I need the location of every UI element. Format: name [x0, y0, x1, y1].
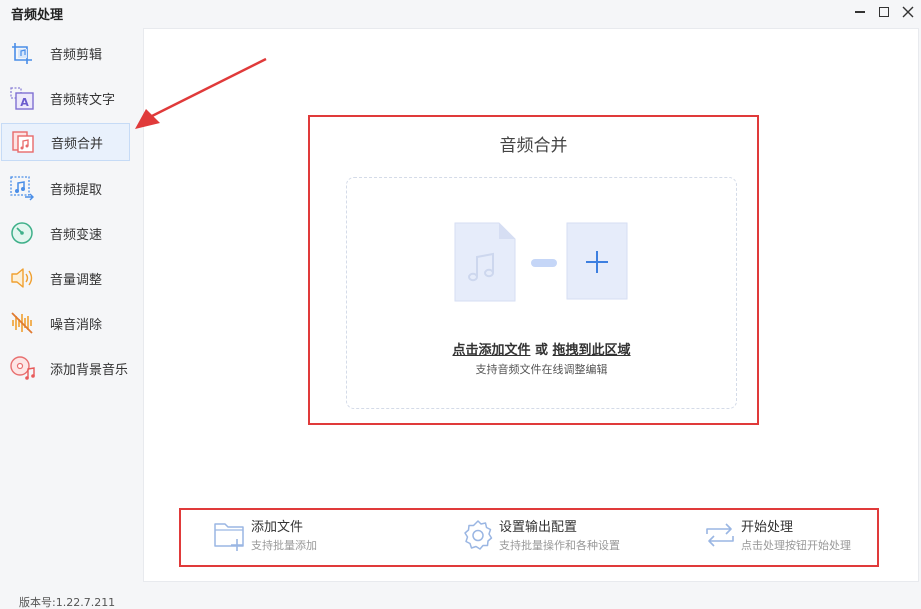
step-desc: 支持批量操作和各种设置 — [499, 539, 620, 552]
merge-panel: 音频合并 点击添加文件 或 拖拽到此区域 支持音频文件在线调整编辑 — [308, 115, 759, 425]
minimize-icon — [855, 11, 865, 13]
sidebar-item-label: 噪音消除 — [50, 318, 103, 333]
or-text: 或 — [530, 343, 553, 358]
audio-speed-icon — [11, 222, 33, 244]
maximize-button[interactable] — [872, 2, 896, 22]
drop-instructions: 点击添加文件 或 拖拽到此区域 — [347, 339, 736, 358]
sidebar-item-label: 音频合并 — [51, 137, 104, 152]
repeat-icon — [706, 523, 734, 547]
drop-subtitle: 支持音频文件在线调整编辑 — [475, 363, 608, 376]
steps-bar: 添加文件 支持批量添加 设置输出配置 支持批量操作和各种设置 开始处理 点击处理… — [179, 508, 879, 567]
close-button[interactable] — [896, 2, 920, 22]
sidebar-item-label: 音量调整 — [50, 273, 103, 288]
folder-add-icon — [214, 523, 244, 551]
drag-here-link[interactable]: 拖拽到此区域 — [553, 343, 631, 358]
sidebar-item-background-music[interactable]: 添加背景音乐 — [0, 349, 142, 387]
step-desc: 点击处理按钮开始处理 — [741, 539, 851, 552]
sidebar-item-label: 添加背景音乐 — [50, 363, 129, 378]
step-title: 设置输出配置 — [499, 520, 578, 535]
annotation-arrow-icon — [135, 57, 267, 129]
sidebar-item-noise-reduce[interactable]: 噪音消除 — [0, 304, 142, 342]
volume-icon — [11, 268, 33, 288]
gear-icon — [464, 520, 493, 550]
step-output-settings[interactable]: 设置输出配置 支持批量操作和各种设置 — [461, 510, 681, 565]
step-title: 添加文件 — [251, 520, 304, 535]
sidebar-item-label: 音频转文字 — [50, 93, 116, 108]
step-add-file[interactable]: 添加文件 支持批量添加 — [213, 510, 413, 565]
audio-merge-icon — [12, 131, 34, 153]
svg-text:A: A — [20, 96, 29, 109]
maximize-icon — [879, 7, 889, 17]
sidebar-item-volume[interactable]: 音量调整 — [0, 259, 142, 297]
step-title: 开始处理 — [741, 520, 794, 535]
add-file-link[interactable]: 点击添加文件 — [452, 343, 530, 358]
close-icon — [902, 6, 914, 18]
sidebar-item-label: 音频提取 — [50, 183, 103, 198]
title-bar: 音频处理 — [0, 0, 921, 28]
drop-zone[interactable]: 点击添加文件 或 拖拽到此区域 支持音频文件在线调整编辑 — [346, 177, 737, 409]
sidebar-item-label: 音频剪辑 — [50, 48, 103, 63]
audio-cut-icon — [12, 43, 32, 64]
sidebar-item-audio-merge[interactable]: 音频合并 — [1, 123, 130, 161]
audio-to-text-icon: A — [10, 87, 34, 110]
file-add-illustration — [454, 222, 628, 302]
app-title: 音频处理 — [11, 8, 64, 23]
background-music-icon — [10, 356, 35, 380]
sidebar: 音频剪辑 A 音频转文字 音频合并 音频提取 音频变速 音量调整 噪音消除 添加… — [0, 28, 142, 588]
minimize-button[interactable] — [848, 2, 872, 22]
sidebar-item-audio-to-text[interactable]: A 音频转文字 — [0, 79, 142, 117]
sidebar-item-label: 音频变速 — [50, 228, 103, 243]
step-start-process[interactable]: 开始处理 点击处理按钮开始处理 — [703, 510, 875, 565]
sidebar-item-audio-speed[interactable]: 音频变速 — [0, 214, 142, 252]
panel-title: 音频合并 — [499, 136, 568, 156]
audio-extract-icon — [10, 176, 34, 201]
sidebar-item-audio-cut[interactable]: 音频剪辑 — [0, 34, 142, 72]
noise-reduce-icon — [11, 312, 33, 334]
version-label: 版本号:1.22.7.211 — [19, 596, 116, 609]
sidebar-item-audio-extract[interactable]: 音频提取 — [0, 169, 142, 207]
step-desc: 支持批量添加 — [251, 539, 317, 552]
